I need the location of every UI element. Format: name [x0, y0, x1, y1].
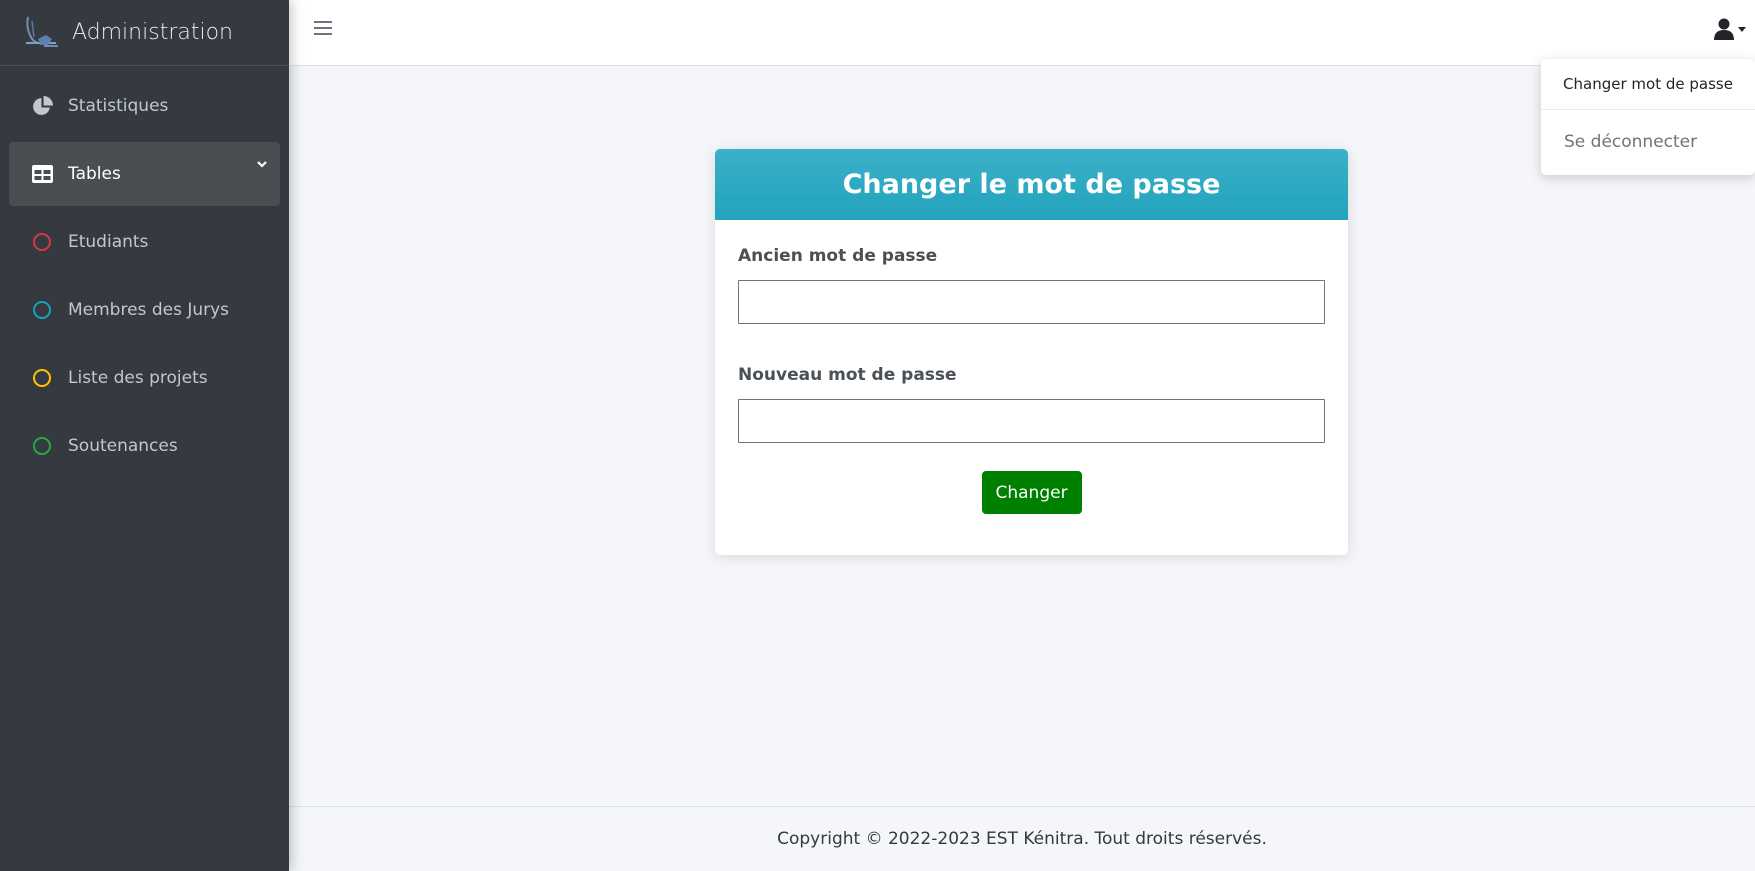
- card-header: Changer le mot de passe: [715, 149, 1348, 220]
- sidebar-item-membres-des-jurys[interactable]: Membres des Jurys: [9, 278, 280, 342]
- sidebar-item-label: Tables: [68, 164, 121, 184]
- sidebar-item-label: Soutenances: [68, 436, 178, 456]
- change-password-card: Changer le mot de passe Ancien mot de pa…: [715, 149, 1348, 555]
- sidebar-item-label: Liste des projets: [68, 368, 208, 388]
- menu-toggle-icon[interactable]: [314, 21, 332, 39]
- brand-title: Administration: [72, 20, 233, 45]
- brand-logo-icon: [26, 16, 58, 47]
- old-password-input[interactable]: [738, 280, 1325, 324]
- submit-change-button[interactable]: Changer: [981, 471, 1082, 514]
- chart-pie-icon: [31, 95, 53, 117]
- circle-icon: [31, 299, 53, 321]
- new-password-label: Nouveau mot de passe: [738, 365, 957, 385]
- card-body: Ancien mot de passe Nouveau mot de passe…: [715, 220, 1348, 514]
- footer: Copyright © 2022-2023 EST Kénitra. Tout …: [289, 806, 1755, 871]
- sidebar-nav: Statistiques Tables Etudiants Membres de…: [0, 66, 289, 478]
- sidebar-item-soutenances[interactable]: Soutenances: [9, 414, 280, 478]
- sidebar-item-tables[interactable]: Tables: [9, 142, 280, 206]
- top-navbar: [289, 0, 1755, 66]
- change-password-menu-item[interactable]: Changer mot de passe: [1541, 59, 1755, 110]
- user-menu-toggle[interactable]: [1714, 18, 1747, 40]
- logout-menu-item[interactable]: Se déconnecter: [1541, 110, 1755, 174]
- circle-icon: [31, 367, 53, 389]
- old-password-label: Ancien mot de passe: [738, 246, 938, 266]
- button-row: Changer: [738, 471, 1325, 514]
- brand[interactable]: Administration: [0, 0, 289, 66]
- new-password-input[interactable]: [738, 399, 1325, 443]
- sidebar-item-label: Etudiants: [68, 232, 149, 252]
- sidebar-item-etudiants[interactable]: Etudiants: [9, 210, 280, 274]
- sidebar-item-label: Statistiques: [68, 96, 169, 116]
- user-dropdown-menu: Changer mot de passe Se déconnecter: [1541, 59, 1755, 175]
- table-icon: [31, 163, 53, 185]
- sidebar-item-statistiques[interactable]: Statistiques: [9, 74, 280, 138]
- circle-icon: [31, 435, 53, 457]
- chevron-down-icon: [257, 161, 267, 168]
- sidebar: Administration Statistiques Tables Etudi…: [0, 0, 289, 871]
- sidebar-item-label: Membres des Jurys: [68, 300, 230, 320]
- user-icon: [1714, 18, 1734, 40]
- copyright-text: Copyright © 2022-2023 EST Kénitra. Tout …: [777, 829, 1267, 849]
- circle-icon: [31, 231, 53, 253]
- card-title: Changer le mot de passe: [842, 169, 1221, 200]
- caret-down-icon: [1738, 27, 1746, 32]
- sidebar-item-liste-des-projets[interactable]: Liste des projets: [9, 346, 280, 410]
